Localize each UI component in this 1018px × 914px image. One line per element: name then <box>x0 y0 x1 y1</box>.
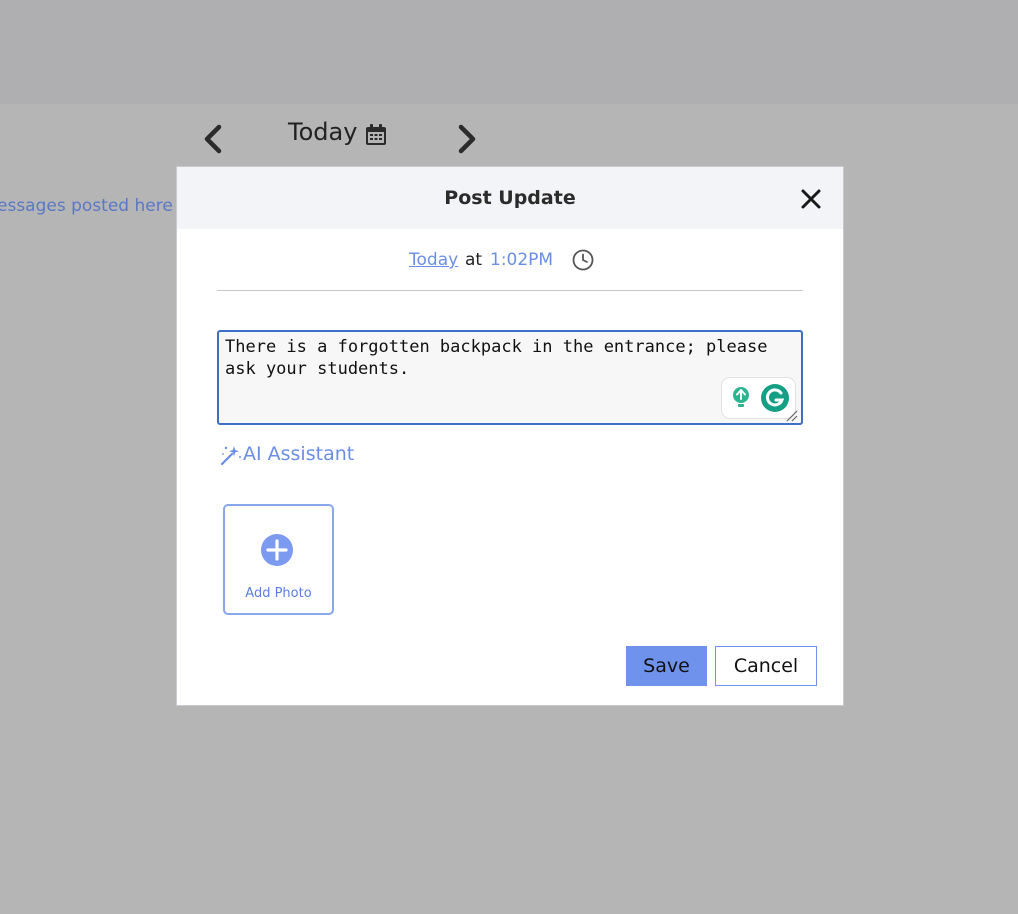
post-date-link[interactable]: Today <box>409 250 458 270</box>
post-time-link[interactable]: 1:02PM <box>490 250 553 270</box>
save-button[interactable]: Save <box>626 646 707 686</box>
clock-icon[interactable] <box>572 249 594 271</box>
calendar-icon[interactable] <box>365 124 387 146</box>
chevron-left-icon <box>204 124 222 154</box>
dialog-title: Post Update <box>444 187 576 209</box>
current-date-label[interactable]: Today <box>288 118 357 146</box>
at-label: at <box>465 250 483 270</box>
divider <box>217 290 803 291</box>
add-photo-button[interactable]: Add Photo <box>223 504 334 615</box>
post-update-dialog: Post Update Today at 1:02PM There is a f… <box>177 167 843 705</box>
previous-day-button[interactable] <box>198 122 230 156</box>
plus-circle-icon <box>261 534 293 566</box>
top-bar <box>0 0 1018 104</box>
close-icon <box>801 189 821 209</box>
background-message-text: essages posted here ar <box>0 196 196 216</box>
message-textarea[interactable]: There is a forgotten backpack in the ent… <box>217 330 803 425</box>
add-photo-label: Add Photo <box>245 586 312 601</box>
cancel-button[interactable]: Cancel <box>715 646 817 686</box>
chevron-right-icon <box>458 124 476 154</box>
dialog-header: Post Update <box>177 167 843 229</box>
post-time-row: Today at 1:02PM <box>177 247 843 277</box>
close-button[interactable] <box>797 185 825 213</box>
lightbulb-icon <box>733 387 749 407</box>
textarea-resize-handle[interactable] <box>784 408 798 422</box>
magic-wand-icon <box>220 446 241 466</box>
next-day-button[interactable] <box>450 122 482 156</box>
ai-assistant-label: AI Assistant <box>243 443 355 465</box>
